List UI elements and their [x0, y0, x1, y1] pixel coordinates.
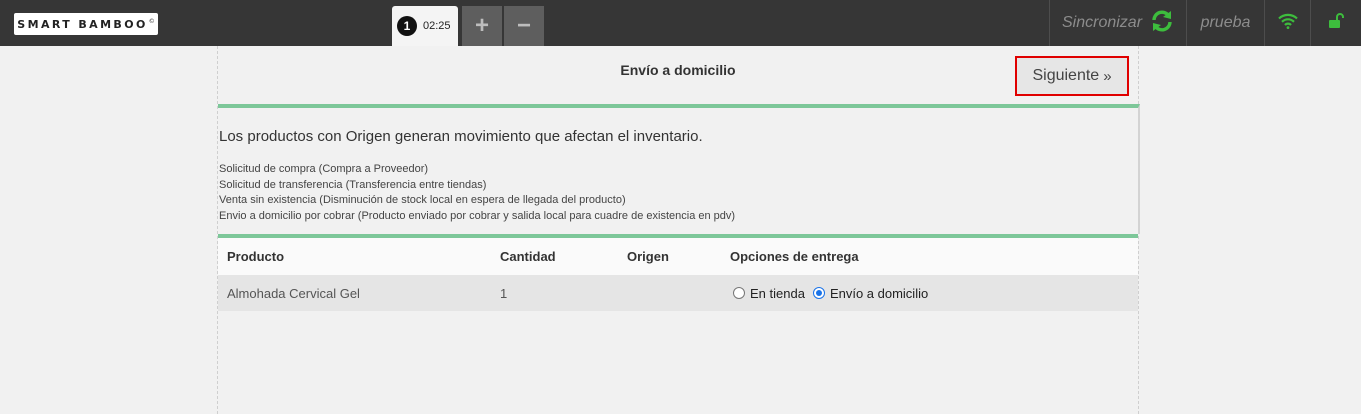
radio-envio-domicilio[interactable] — [812, 287, 825, 299]
info-list-item: Envio a domicilio por cobrar (Producto e… — [219, 209, 736, 222]
page-title: Envío a domicilio — [620, 62, 736, 78]
add-ticket-button[interactable]: + — [462, 6, 502, 46]
info-box: Los productos con Origen generan movimie… — [218, 104, 1140, 234]
radio-label-envio-domicilio[interactable]: Envío a domicilio — [830, 286, 928, 301]
ticket-number-badge: 1 — [397, 16, 417, 36]
unlock-icon — [1328, 12, 1344, 34]
table-header: Producto Cantidad Origen Opciones de ent… — [218, 238, 1138, 275]
column-header-opciones: Opciones de entrega — [730, 249, 859, 264]
delivery-options: En tienda Envío a domicilio — [733, 286, 936, 301]
next-button-label: Siguiente — [1032, 67, 1100, 84]
top-bar: SMART BAMBOO© 1 02:25 + − Sincronizar pr… — [0, 0, 1361, 46]
column-header-producto: Producto — [227, 249, 285, 264]
info-list-item: Solicitud de compra (Compra a Proveedor) — [219, 163, 429, 175]
sync-label: Sincronizar — [1061, 14, 1143, 31]
logo-text: SMART BAMBOO© — [17, 17, 155, 31]
info-list: Solicitud de compra (Compra a Proveedor)… — [219, 162, 735, 224]
main-panel: Envío a domicilio Siguiente » Los produc… — [217, 46, 1140, 414]
wifi-icon — [1277, 13, 1298, 34]
sync-icon — [1150, 9, 1174, 38]
info-list-item: Venta sin existencia (Disminución de sto… — [219, 194, 626, 206]
info-list-item: Solicitud de transferencia (Transferenci… — [219, 178, 487, 191]
next-button[interactable]: Siguiente » — [1015, 56, 1129, 96]
sync-button[interactable]: Sincronizar — [1049, 0, 1186, 46]
ticket-time: 02:25 — [423, 20, 451, 32]
table-row: Almohada Cervical Gel 1 En tienda Envío … — [218, 275, 1138, 311]
wifi-status[interactable] — [1264, 0, 1310, 46]
cell-cantidad: 1 — [500, 285, 508, 301]
column-header-origen: Origen — [627, 249, 669, 264]
user-menu[interactable]: prueba — [1186, 0, 1264, 46]
cell-producto: Almohada Cervical Gel — [227, 285, 360, 301]
double-chevron-right-icon: » — [1103, 67, 1112, 85]
remove-ticket-button[interactable]: − — [504, 6, 544, 46]
lock-toggle[interactable] — [1310, 0, 1361, 46]
radio-label-en-tienda[interactable]: En tienda — [750, 286, 805, 301]
radio-en-tienda[interactable] — [733, 287, 745, 299]
info-main-text: Los productos con Origen generan movimie… — [219, 128, 703, 145]
smart-bamboo-logo: SMART BAMBOO© — [14, 13, 158, 35]
ticket-tab[interactable]: 1 02:25 — [392, 6, 458, 46]
column-header-cantidad: Cantidad — [500, 249, 556, 264]
products-table: Producto Cantidad Origen Opciones de ent… — [218, 234, 1138, 311]
